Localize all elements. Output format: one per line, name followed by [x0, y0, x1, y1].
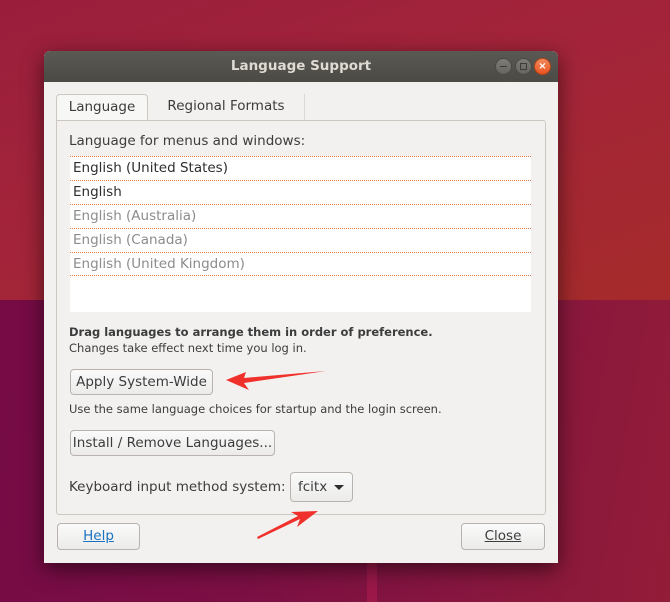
keyboard-input-method-label: Keyboard input method system: — [69, 479, 286, 495]
language-list-label: Language for menus and windows: — [69, 133, 306, 149]
keyboard-input-method-dropdown[interactable]: fcitx — [290, 472, 353, 502]
language-list[interactable]: English (United States) English English … — [70, 156, 531, 312]
chevron-down-icon — [334, 485, 344, 490]
minimize-icon — [500, 66, 507, 67]
close-button-label: Close — [484, 528, 522, 544]
language-support-window: Language Support × Language Regional For… — [44, 51, 558, 563]
help-button[interactable]: Help — [57, 523, 140, 550]
language-list-item[interactable]: English (Australia) — [70, 204, 531, 228]
install-remove-languages-button[interactable]: Install / Remove Languages... — [70, 430, 275, 456]
language-list-item[interactable]: English (United States) — [70, 156, 531, 180]
effect-hint: Changes take effect next time you log in… — [69, 341, 307, 355]
maximize-button[interactable] — [515, 58, 532, 75]
window-title: Language Support — [230, 58, 372, 74]
language-list-item[interactable]: English (United Kingdom) — [70, 252, 531, 276]
help-button-label: Help — [83, 528, 114, 544]
desktop-decoration — [367, 560, 377, 602]
apply-hint: Use the same language choices for startu… — [69, 402, 442, 416]
keyboard-input-method-value: fcitx — [298, 479, 328, 495]
drag-hint: Drag languages to arrange them in order … — [69, 325, 433, 339]
close-window-button[interactable]: × — [534, 58, 551, 75]
language-list-item[interactable]: English (Canada) — [70, 228, 531, 252]
apply-system-wide-button[interactable]: Apply System-Wide — [70, 369, 213, 395]
close-icon: × — [538, 61, 547, 72]
tab-regional-formats[interactable]: Regional Formats — [148, 94, 305, 121]
close-button[interactable]: Close — [461, 523, 545, 550]
minimize-button[interactable] — [495, 58, 512, 75]
title-bar[interactable]: Language Support × — [44, 51, 558, 82]
maximize-icon — [520, 63, 527, 70]
tab-language[interactable]: Language — [56, 94, 148, 121]
language-list-item[interactable]: English — [70, 180, 531, 204]
